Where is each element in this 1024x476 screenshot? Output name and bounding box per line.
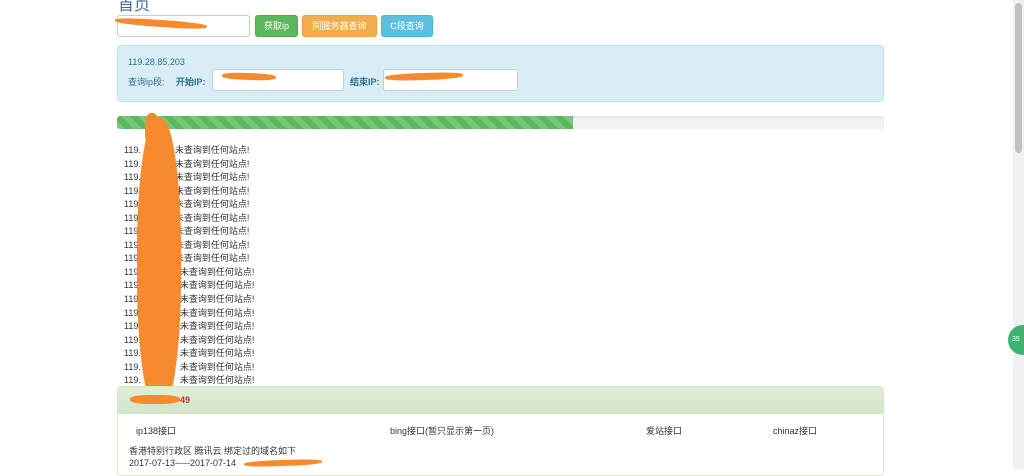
result-status-text: 未查询到任何站点! [179, 348, 255, 359]
redaction-mark [243, 458, 323, 468]
resolved-ip: 119.28.85.203 [128, 57, 185, 67]
result-status-text: 未查询到任何站点! [179, 294, 255, 305]
scrollbar-thumb[interactable] [1015, 3, 1022, 153]
result-status-text: 未查询到任何站点! [174, 212, 250, 223]
start-ip-label: 开始IP: [176, 77, 206, 87]
redaction-mark [145, 113, 159, 147]
c-segment-query-button[interactable]: C段查询 [381, 15, 433, 37]
result-status-text: 未查询到任何站点! [174, 239, 250, 250]
domain-result-panel: 49 ip138接口 bing接口(暂只显示第一页) 爱站接口 chinaz接口… [117, 386, 884, 476]
result-heading-text: 49 [180, 395, 191, 405]
ip138-api-link[interactable]: ip138接口 [136, 424, 176, 437]
region-info-text: 香港特别行政区 腾讯云 绑定过的域名如下 [129, 446, 297, 456]
same-server-query-button[interactable]: 同服务器查询 [302, 15, 377, 37]
result-status-text: 未查询到任何站点! [174, 185, 250, 196]
result-status-text: 未查询到任何站点! [179, 334, 255, 345]
result-ip-prefix: 119. [124, 375, 141, 386]
progress-bar [117, 116, 884, 129]
result-status-text: 未查询到任何站点! [179, 321, 255, 332]
result-ip-prefix: 119. [124, 145, 141, 155]
result-ip-prefix: 119. [124, 348, 141, 359]
redaction-mark [137, 118, 181, 410]
ip-range-label: 查询ip段: [128, 77, 165, 87]
end-ip-label: 结束IP: [350, 77, 380, 87]
vertical-scrollbar[interactable] [1013, 0, 1024, 469]
binding-date-text: 2017-07-13-----2017-07-14 [129, 458, 237, 468]
result-status-text: 未查询到任何站点! [174, 199, 250, 210]
bing-api-link[interactable]: bing接口(暂只显示第一页) [390, 424, 494, 437]
result-status-text: 未查询到任何站点! [174, 145, 250, 155]
result-status-text: 未查询到任何站点! [179, 375, 255, 386]
result-status-text: 未查询到任何站点! [174, 226, 250, 237]
result-status-text: 未查询到任何站点! [179, 361, 255, 372]
page-title: 首页 [118, 0, 151, 14]
result-ip-prefix: 119. [124, 158, 141, 169]
get-ip-button[interactable]: 获取ip [255, 15, 298, 37]
ip-info-panel: 119.28.85.203 查询ip段: 开始IP: 结束IP: [117, 45, 884, 102]
result-status-text: 未查询到任何站点! [174, 158, 250, 169]
result-status-text: 未查询到任何站点! [179, 266, 255, 277]
result-ip-prefix: 119. [124, 361, 141, 372]
result-status-text: 未查询到任何站点! [179, 280, 255, 291]
chinaz-api-link[interactable]: chinaz接口 [773, 424, 817, 437]
result-status-text: 未查询到任何站点! [174, 172, 250, 183]
aizhan-api-link[interactable]: 爱站接口 [646, 424, 682, 437]
result-heading: 49 [118, 387, 883, 414]
floating-speed-badge[interactable]: 35 [1008, 325, 1024, 355]
result-status-text: 未查询到任何站点! [179, 307, 255, 318]
result-status-text: 未查询到任何站点! [174, 253, 250, 264]
redaction-mark [130, 395, 180, 404]
progress-fill [117, 116, 574, 129]
result-ip-prefix: 119. [124, 172, 141, 183]
